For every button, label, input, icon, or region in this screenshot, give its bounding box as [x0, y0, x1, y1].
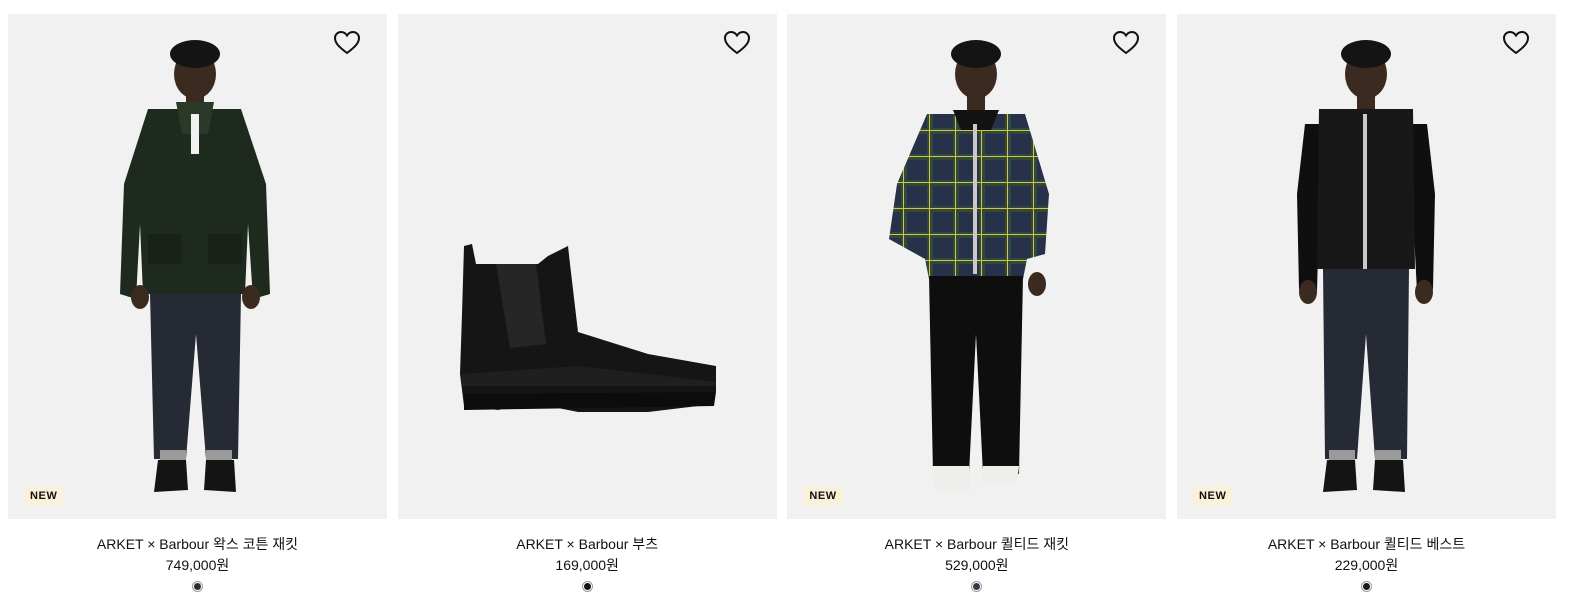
- black-chelsea-rubber-boot-image: [459, 244, 716, 412]
- product-image[interactable]: [397, 14, 777, 519]
- new-badge: NEW: [803, 487, 843, 505]
- product-card[interactable]: NEW ARKET × Barbour 왁스 코튼 재킷 749,000원: [8, 14, 387, 592]
- product-price: 229,000원: [1334, 557, 1399, 573]
- new-badge: NEW: [1192, 487, 1233, 505]
- heart-outline-icon[interactable]: [333, 29, 361, 57]
- product-image[interactable]: NEW: [8, 14, 387, 519]
- product-card[interactable]: NEW ARKET × Barbour 퀼티드 베스트 229,000원: [1176, 14, 1556, 592]
- color-swatch[interactable]: [581, 581, 593, 592]
- heart-outline-icon[interactable]: [723, 29, 751, 57]
- heart-outline-icon[interactable]: [1112, 29, 1140, 57]
- product-image[interactable]: NEW: [787, 14, 1167, 519]
- product-price: 169,000원: [555, 557, 619, 573]
- model-quilted-vest-image: [1296, 40, 1435, 492]
- product-name[interactable]: ARKET × Barbour 퀼티드 베스트: [1268, 535, 1465, 553]
- color-swatch[interactable]: [971, 581, 983, 592]
- product-card[interactable]: ARKET × Barbour 부츠 169,000원: [397, 14, 777, 592]
- product-price: 529,000원: [945, 557, 1009, 573]
- product-card[interactable]: NEW ARKET × Barbour 퀼티드 재킷 529,000원: [787, 14, 1167, 592]
- new-badge: NEW: [24, 487, 64, 505]
- product-image[interactable]: NEW: [1176, 14, 1556, 519]
- color-swatch[interactable]: [192, 581, 203, 592]
- product-price: 749,000원: [165, 557, 230, 573]
- product-name[interactable]: ARKET × Barbour 왁스 코튼 재킷: [97, 535, 298, 553]
- product-name[interactable]: ARKET × Barbour 퀼티드 재킷: [885, 535, 1069, 553]
- model-quilted-check-jacket-image: [889, 40, 1050, 492]
- heart-outline-icon[interactable]: [1502, 29, 1530, 57]
- model-wax-cotton-jacket-image: [120, 40, 270, 492]
- product-name[interactable]: ARKET × Barbour 부츠: [516, 535, 658, 553]
- color-swatch[interactable]: [1360, 581, 1372, 592]
- product-grid: NEW ARKET × Barbour 왁스 코튼 재킷 749,000원 AR…: [8, 14, 1556, 592]
